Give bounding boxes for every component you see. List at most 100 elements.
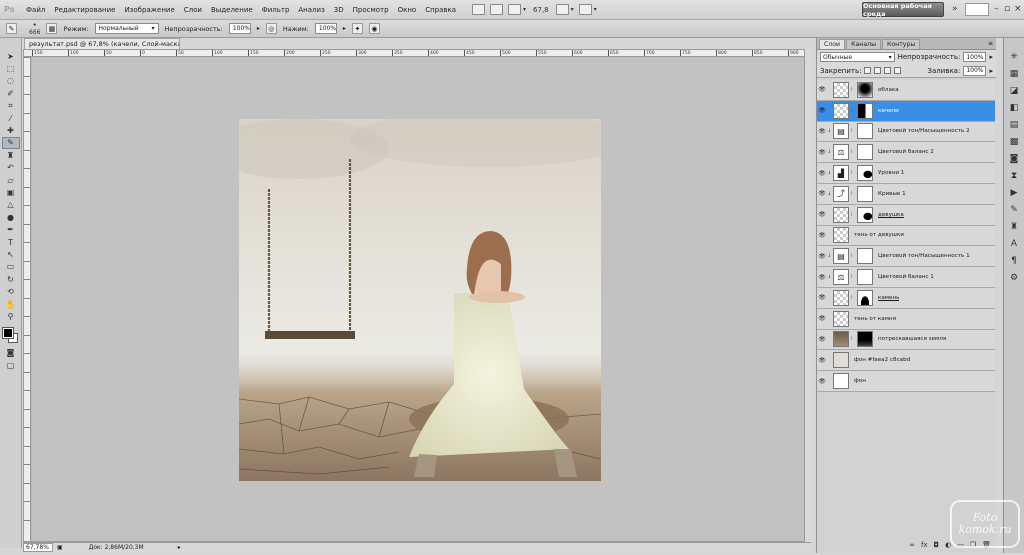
layer-name[interactable]: облака: [878, 87, 899, 93]
lock-transparency-icon[interactable]: [864, 67, 872, 74]
shape-tool-icon[interactable]: ▭: [2, 261, 20, 273]
layer-name[interactable]: Кривые 1: [878, 191, 906, 197]
lasso-tool-icon[interactable]: ◌: [2, 75, 20, 87]
layer-name[interactable]: тень от девушки: [854, 232, 904, 238]
panel-menu-icon[interactable]: ≡: [988, 40, 993, 47]
visibility-eye-icon[interactable]: 👁: [817, 190, 827, 197]
layer-row[interactable]: 👁 ⁞ девушка: [817, 204, 995, 226]
layer-name[interactable]: потрескавшаяся земля: [878, 336, 946, 342]
layer-row[interactable]: 👁 ↓ ⚖ ⁞ Цветовой баланс 2: [817, 142, 995, 164]
mask-thumbnail[interactable]: [857, 123, 873, 140]
blur-tool-icon[interactable]: △: [2, 199, 20, 211]
adjustment-thumbnail[interactable]: ▟: [833, 165, 849, 182]
view-extras-dropdown[interactable]: ▾: [508, 4, 526, 15]
vertical-ruler[interactable]: [24, 57, 31, 541]
layer-row[interactable]: 👁 ↓ ▟ ⁞ Уровни 1: [817, 163, 995, 184]
layer-name[interactable]: Цветовой тон/Насыщенность 1: [878, 253, 970, 259]
lock-pixels-icon[interactable]: [874, 67, 882, 74]
paragraph-icon[interactable]: ¶: [1011, 256, 1017, 268]
caret-right-icon[interactable]: ▸: [257, 25, 260, 32]
lock-position-icon[interactable]: [884, 67, 892, 74]
histogram-icon[interactable]: ▦: [1010, 69, 1019, 81]
menu-item[interactable]: Окно: [398, 6, 417, 14]
visibility-eye-icon[interactable]: 👁: [817, 253, 827, 260]
caret-right-icon[interactable]: ▸: [343, 25, 346, 32]
layer-row[interactable]: 👁 ⁞ облака: [817, 80, 995, 101]
layer-row[interactable]: 👁 ↓ ▤ ⁞ Цветовой тон/Насыщенность 1: [817, 246, 995, 268]
caret-right-icon[interactable]: ▸: [989, 53, 993, 61]
layer-row[interactable]: 👁 ⁞ качели: [817, 100, 995, 122]
dodge-tool-icon[interactable]: ●: [2, 211, 20, 223]
menu-item[interactable]: Анализ: [298, 6, 324, 14]
layer-name[interactable]: Уровни 1: [878, 170, 904, 176]
horizontal-ruler[interactable]: 150 100 50 0 50 100 150 200 250 300 350 400 450 500 55…: [24, 50, 810, 57]
type-tool-icon[interactable]: T: [2, 236, 20, 248]
mask-link-icon[interactable]: ⁞: [851, 108, 855, 114]
screen-mode-icon[interactable]: ▢: [2, 359, 20, 371]
more-workspaces-icon[interactable]: »: [952, 4, 958, 14]
doc-info-icon[interactable]: ▣: [57, 544, 63, 551]
layer-thumbnail[interactable]: [833, 227, 849, 244]
artwork-canvas[interactable]: [239, 119, 601, 481]
adjustments-icon[interactable]: ◧: [1010, 103, 1019, 115]
tab-paths[interactable]: Контуры: [881, 39, 921, 49]
layer-row[interactable]: 👁 фон #faea2 c8cabd: [817, 350, 995, 372]
flow-field[interactable]: 100%: [314, 23, 337, 34]
brushes-icon[interactable]: ✎: [1010, 205, 1018, 217]
menu-item[interactable]: Фильтр: [262, 6, 290, 14]
layer-thumbnail[interactable]: [833, 81, 849, 98]
layer-name[interactable]: фон #faea2 c8cabd: [854, 357, 910, 363]
menu-item[interactable]: Изображение: [124, 6, 174, 14]
pressure-size-icon[interactable]: ◉: [368, 23, 380, 34]
layer-name[interactable]: девушка: [878, 212, 904, 218]
visibility-eye-icon[interactable]: 👁: [817, 211, 827, 218]
visibility-eye-icon[interactable]: 👁: [817, 149, 827, 156]
brush-picker[interactable]: • 666: [29, 21, 40, 36]
3d-orbit-tool-icon[interactable]: ⟲: [2, 285, 20, 297]
visibility-eye-icon[interactable]: 👁: [817, 274, 827, 281]
bridge-icon[interactable]: [472, 4, 486, 15]
add-mask-icon[interactable]: ◘: [934, 541, 940, 549]
layer-name[interactable]: фон: [854, 378, 866, 384]
lock-all-icon[interactable]: [894, 67, 902, 74]
layer-thumbnail[interactable]: [833, 373, 849, 390]
mask-thumbnail[interactable]: [857, 144, 873, 161]
mask-link-icon[interactable]: ⁞: [851, 336, 855, 342]
mask-link-icon[interactable]: ⁞: [851, 191, 855, 197]
path-select-tool-icon[interactable]: ↖: [2, 248, 20, 260]
layer-row[interactable]: 👁 фон: [817, 371, 995, 392]
mask-link-icon[interactable]: ⁞: [851, 170, 855, 176]
layer-thumbnail[interactable]: [833, 289, 849, 306]
menu-item[interactable]: Выделение: [211, 6, 253, 14]
move-tool-icon[interactable]: ➤: [2, 50, 20, 62]
info-icon[interactable]: ◪: [1010, 86, 1019, 98]
maximize-icon[interactable]: ▫: [1004, 4, 1010, 14]
adjustment-thumbnail[interactable]: ⤴: [833, 185, 849, 202]
zoom-tool-icon[interactable]: ⚲: [2, 310, 20, 322]
character-icon[interactable]: A: [1011, 239, 1017, 251]
mask-thumbnail[interactable]: [857, 206, 873, 223]
hand-tool-icon[interactable]: ✋: [2, 298, 20, 310]
layer-thumbnail[interactable]: [833, 206, 849, 223]
visibility-eye-icon[interactable]: 👁: [817, 170, 827, 177]
document-tab[interactable]: результат.psd @ 67,8% (качели, Слой-маск…: [24, 38, 180, 49]
visibility-eye-icon[interactable]: 👁: [817, 357, 827, 364]
layer-name[interactable]: тень от камня: [854, 316, 896, 322]
zoom-level-display[interactable]: 67,8: [533, 6, 549, 14]
foreground-color-swatch[interactable]: [1, 326, 14, 339]
swatches-icon[interactable]: ▩: [1010, 137, 1019, 149]
layer-name[interactable]: Цветовой баланс 1: [878, 274, 934, 280]
mask-thumbnail[interactable]: [857, 248, 873, 265]
layer-thumbnail[interactable]: [833, 331, 849, 348]
tool-preset-icon[interactable]: ✎: [6, 23, 17, 34]
clone-source-icon[interactable]: ♜: [1010, 222, 1018, 234]
menu-item[interactable]: 3D: [334, 6, 344, 14]
layer-opacity-field[interactable]: 100%: [963, 52, 987, 62]
pressure-opacity-icon[interactable]: ◎: [265, 23, 277, 34]
status-menu-icon[interactable]: ▸: [178, 544, 181, 551]
workspace-button[interactable]: Основная рабочая среда: [862, 2, 944, 18]
minimize-icon[interactable]: –: [994, 4, 999, 14]
fill-field[interactable]: 100%: [963, 65, 987, 76]
layer-row[interactable]: 👁 ⁞ потрескавшаяся земля: [817, 329, 995, 351]
mask-thumbnail[interactable]: [857, 331, 873, 348]
